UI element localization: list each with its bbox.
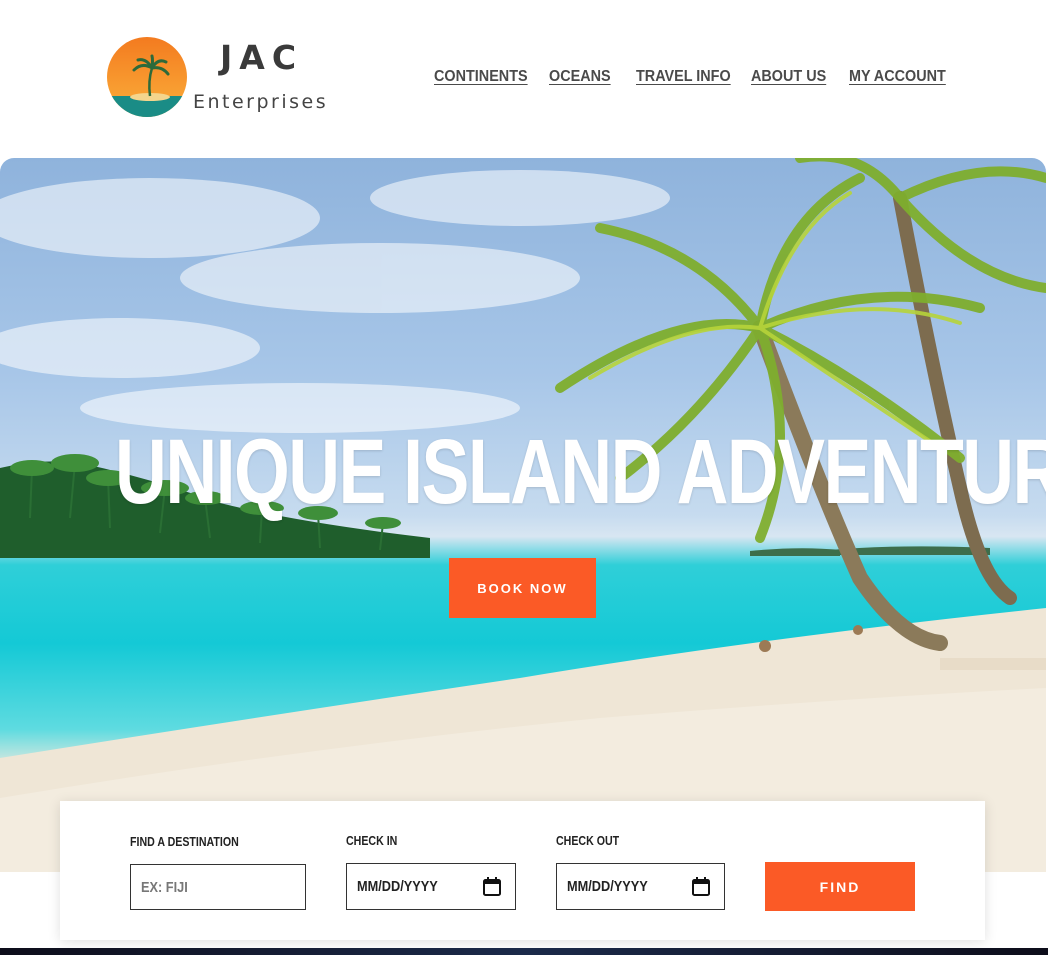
- find-button[interactable]: FIND: [765, 862, 915, 911]
- book-now-button[interactable]: BOOK NOW: [449, 558, 596, 618]
- site-header: JAC Enterprises CONTINENTS OCEANS TRAVEL…: [0, 0, 1048, 158]
- destination-input[interactable]: EX: FIJI: [130, 864, 306, 910]
- nav-about-us[interactable]: ABOUT US: [751, 68, 826, 86]
- brand-tagline: Enterprises: [193, 91, 329, 113]
- check-out-value: MM/DD/YYYY: [567, 878, 648, 895]
- nav-continents[interactable]: CONTINENTS: [434, 68, 528, 86]
- check-in-value: MM/DD/YYYY: [357, 878, 438, 895]
- check-in-label: CHECK IN: [346, 834, 398, 848]
- next-section-edge: [0, 948, 1048, 955]
- check-in-input[interactable]: MM/DD/YYYY: [346, 863, 516, 910]
- hero-title: UNIQUE ISLAND ADVENTURES: [115, 421, 1046, 523]
- main-nav: CONTINENTS OCEANS TRAVEL INFO ABOUT US M…: [0, 68, 1048, 92]
- calendar-icon[interactable]: [692, 877, 710, 896]
- search-panel: FIND A DESTINATION EX: FIJI CHECK IN MM/…: [60, 801, 985, 940]
- calendar-icon[interactable]: [483, 877, 501, 896]
- destination-placeholder: EX: FIJI: [141, 878, 188, 896]
- nav-travel-info[interactable]: TRAVEL INFO: [636, 68, 731, 86]
- destination-label: FIND A DESTINATION: [130, 835, 239, 849]
- check-out-input[interactable]: MM/DD/YYYY: [556, 863, 725, 910]
- nav-oceans[interactable]: OCEANS: [549, 68, 611, 86]
- check-out-label: CHECK OUT: [556, 834, 620, 848]
- hero-banner: UNIQUE ISLAND ADVENTURES BOOK NOW: [0, 158, 1046, 872]
- nav-my-account[interactable]: MY ACCOUNT: [849, 68, 946, 86]
